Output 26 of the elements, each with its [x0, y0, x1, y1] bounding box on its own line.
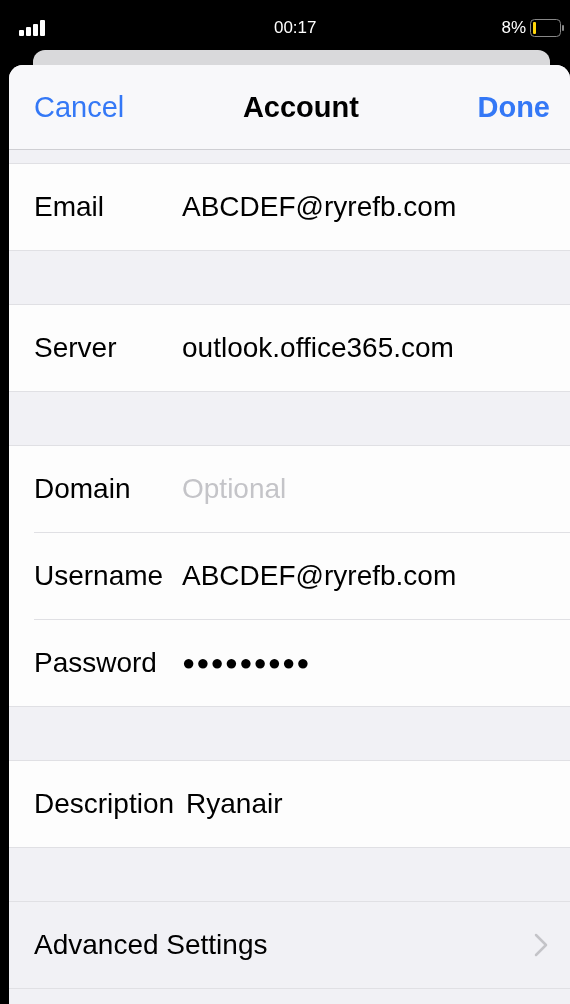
input-field[interactable]: Optional	[182, 473, 570, 505]
form-row[interactable]: Domain Optional	[9, 446, 570, 532]
form-row[interactable]: Description Ryanair	[9, 761, 570, 847]
field-label: Email	[34, 191, 105, 223]
screen-title: Account	[242, 90, 359, 124]
form-row[interactable]: Email ABCDEF@ryrefb.com	[9, 164, 570, 250]
input-field[interactable]: ABCDEF@ryrefb.com	[182, 560, 570, 592]
input-field[interactable]: ABCDEF@ryrefb.com	[182, 191, 570, 223]
form-row[interactable]: Server outlook.office365.com	[9, 305, 570, 391]
chevron-icon	[534, 933, 548, 957]
cancel-button[interactable]: Cancel	[34, 90, 125, 124]
field-label: Password	[34, 647, 158, 679]
field-label: Description	[34, 788, 176, 820]
field-label: Domain	[34, 473, 132, 505]
advanced-settings-item[interactable]: Advanced Settings	[9, 902, 570, 988]
done-button[interactable]: Done	[477, 90, 550, 124]
field-label: Username	[34, 560, 165, 592]
password-field[interactable]: ●●●●●●●●●	[182, 650, 570, 676]
input-field[interactable]: outlook.office365.com	[182, 332, 570, 364]
battery-icon	[530, 18, 564, 37]
input-field[interactable]: Ryanair	[186, 788, 570, 820]
status-time: 00:17	[273, 17, 317, 38]
form-row[interactable]: Username ABCDEF@ryrefb.com	[9, 533, 570, 619]
battery-percent: 8%	[501, 17, 526, 38]
field-label: Server	[34, 332, 118, 364]
form-row[interactable]: Password ●●●●●●●●●	[9, 620, 570, 706]
